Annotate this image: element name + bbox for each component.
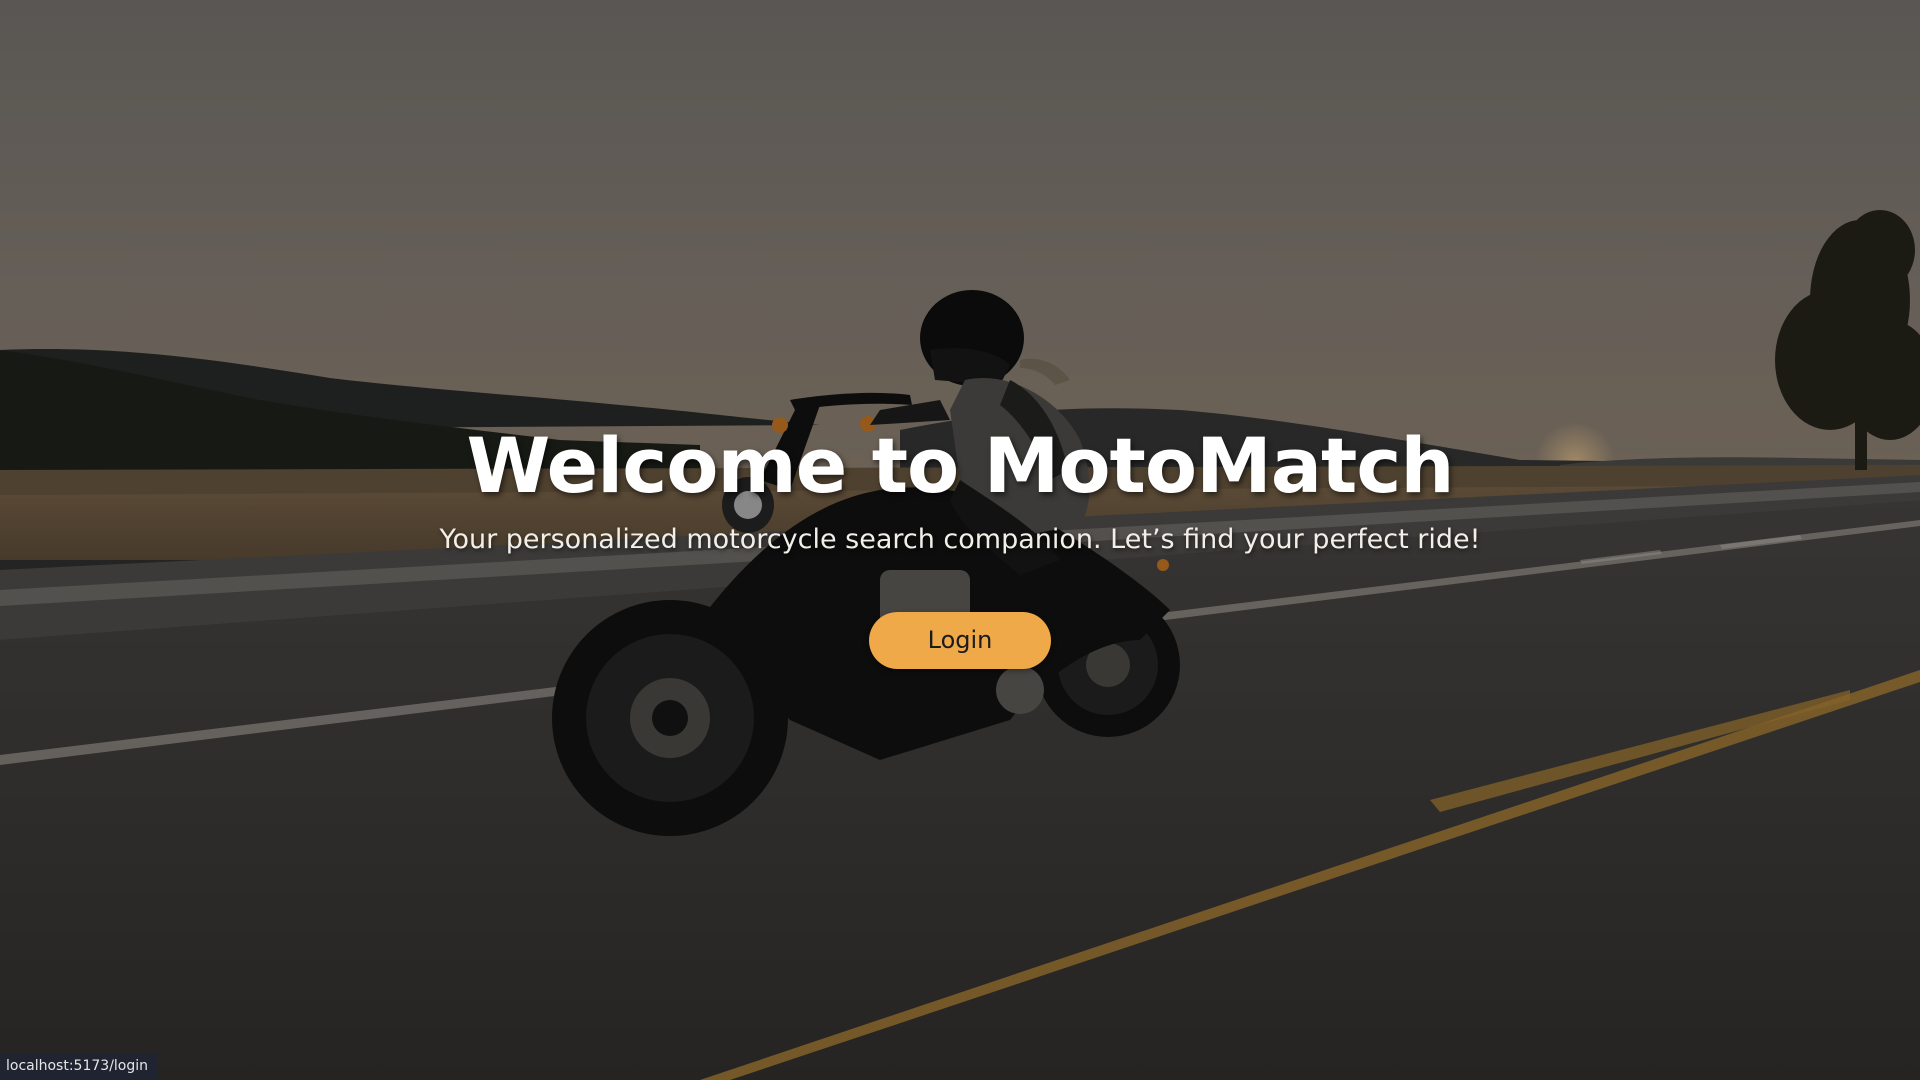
hero-section: Welcome to MotoMatch Your personalized m… (0, 0, 1920, 1080)
page-title: Welcome to MotoMatch (466, 421, 1455, 510)
hero-content: Welcome to MotoMatch Your personalized m… (0, 0, 1920, 1080)
status-bar-link-preview: localhost:5173/login (0, 1053, 158, 1080)
login-button[interactable]: Login (869, 612, 1051, 669)
hero-subtitle: Your personalized motorcycle search comp… (439, 524, 1481, 555)
